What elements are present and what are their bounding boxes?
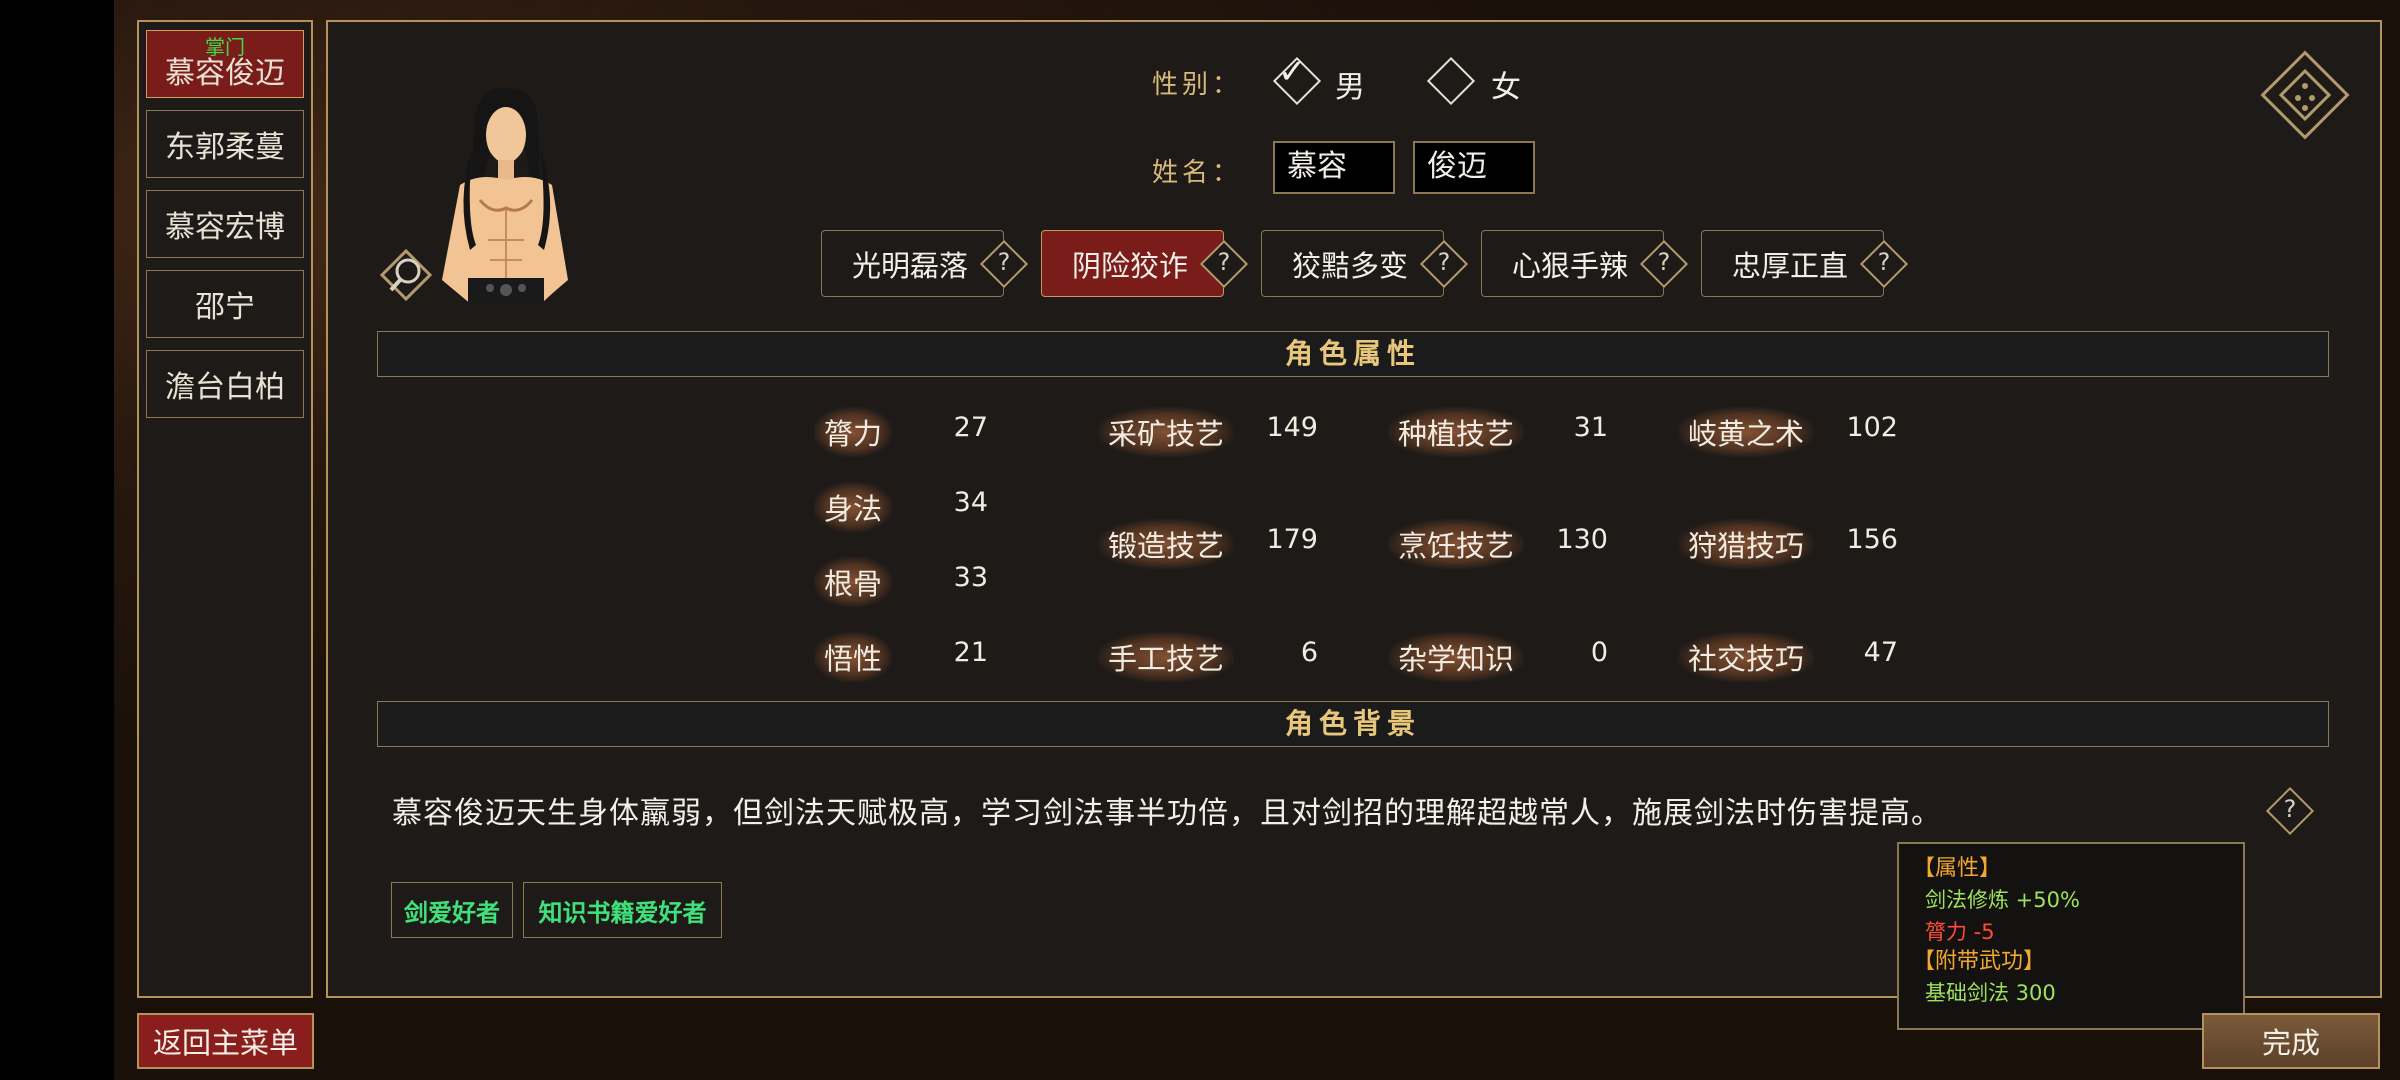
trait-button-3[interactable]: 心狠手辣 [1481,230,1664,297]
member-item-1[interactable]: 东郭柔蔓 [146,110,304,178]
back-to-menu-button[interactable]: 返回主菜单 [137,1013,314,1069]
attributes-section-title: 角色属性 [377,331,2329,377]
stat-label: 悟性 [814,632,893,682]
help-symbol: ? [1877,248,1891,276]
gender-male-label: 男 [1335,70,1365,105]
member-item-0[interactable]: 掌门 慕容俊迈 [146,30,304,98]
skill-value: 6 [1300,637,1318,668]
trait-label: 光明磊落 [852,248,969,283]
trait-button-4[interactable]: 忠厚正直 [1701,230,1884,297]
stat-value: 33 [953,562,988,593]
skill-label: 烹饪技艺 [1388,519,1525,569]
help-symbol: ? [1217,248,1231,276]
help-symbol: ? [1437,248,1451,276]
member-name: 慕容宏博 [165,210,285,245]
trait-tag[interactable]: 知识书籍爱好者 [523,882,722,938]
stat-value: 21 [953,637,988,668]
skill-label: 杂学知识 [1388,632,1525,682]
given-name-input[interactable]: 俊迈 [1413,141,1535,194]
skill-value: 0 [1590,637,1608,668]
member-item-2[interactable]: 慕容宏博 [146,190,304,258]
skill-value: 102 [1846,412,1898,443]
trait-label: 忠厚正直 [1732,248,1849,283]
trait-label: 狡黠多变 [1292,248,1409,283]
member-name: 慕容俊迈 [165,56,285,91]
skill-value: 149 [1266,412,1318,443]
skill-label: 狩猎技巧 [1678,519,1815,569]
member-item-4[interactable]: 澹台白柏 [146,350,304,418]
leader-badge: 掌门 [205,35,245,59]
skill-label: 锻造技艺 [1098,519,1235,569]
tooltip-martial-header: 【附带武功】 [1913,949,2046,974]
tooltip-bonus: 剑法修炼 +50% [1925,888,2080,912]
surname-input[interactable]: 慕容 [1273,141,1395,194]
member-name: 澹台白柏 [165,370,285,405]
character-portrait [442,87,568,305]
character-bio: 慕容俊迈天生身体羸弱，但剑法天赋极高，学习剑法事半功倍，且对剑招的理解超越常人，… [392,796,1942,831]
checkmark-icon: ✓ [1278,52,1307,92]
tooltip-attr-header: 【属性】 [1913,856,2002,881]
magnifier-icon[interactable] [377,248,439,306]
member-name: 东郭柔蔓 [165,130,285,165]
gender-female-label: 女 [1491,70,1521,105]
tooltip-martial: 基础剑法 300 [1925,981,2056,1005]
help-symbol: ? [997,248,1011,276]
gender-label: 性别： [1152,70,1243,100]
done-button[interactable]: 完成 [2202,1013,2380,1069]
skill-label: 岐黄之术 [1678,407,1815,457]
stat-value: 27 [953,412,988,443]
skill-value: 130 [1556,524,1608,555]
background-section-title: 角色背景 [377,701,2329,747]
trait-tag[interactable]: 剑爱好者 [391,882,513,938]
dice-icon[interactable] [2260,50,2350,140]
stat-label: 身法 [814,482,893,532]
trait-button-0[interactable]: 光明磊落 [821,230,1004,297]
skill-label: 采矿技艺 [1098,407,1235,457]
stat-label: 根骨 [814,557,893,607]
member-item-3[interactable]: 邵宁 [146,270,304,338]
stat-value: 34 [953,487,988,518]
trait-label: 心狠手辣 [1512,248,1629,283]
skill-value: 179 [1266,524,1318,555]
skill-label: 社交技巧 [1678,632,1815,682]
stat-label: 膂力 [814,407,893,457]
skill-value: 31 [1573,412,1608,443]
skill-label: 种植技艺 [1388,407,1525,457]
skill-value: 156 [1846,524,1898,555]
help-symbol: ? [2283,795,2297,823]
tooltip-penalty: 膂力 -5 [1925,920,1995,944]
tooltip: 【属性】 剑法修炼 +50% 膂力 -5 【附带武功】 基础剑法 300 [1897,842,2245,1030]
member-name: 邵宁 [195,290,255,325]
skill-label: 手工技艺 [1098,632,1235,682]
help-symbol: ? [1657,248,1671,276]
trait-label: 阴险狡诈 [1072,248,1189,283]
trait-button-1[interactable]: 阴险狡诈 [1041,230,1224,297]
skill-value: 47 [1863,637,1898,668]
trait-button-2[interactable]: 狡黠多变 [1261,230,1444,297]
name-label: 姓名： [1152,158,1243,188]
